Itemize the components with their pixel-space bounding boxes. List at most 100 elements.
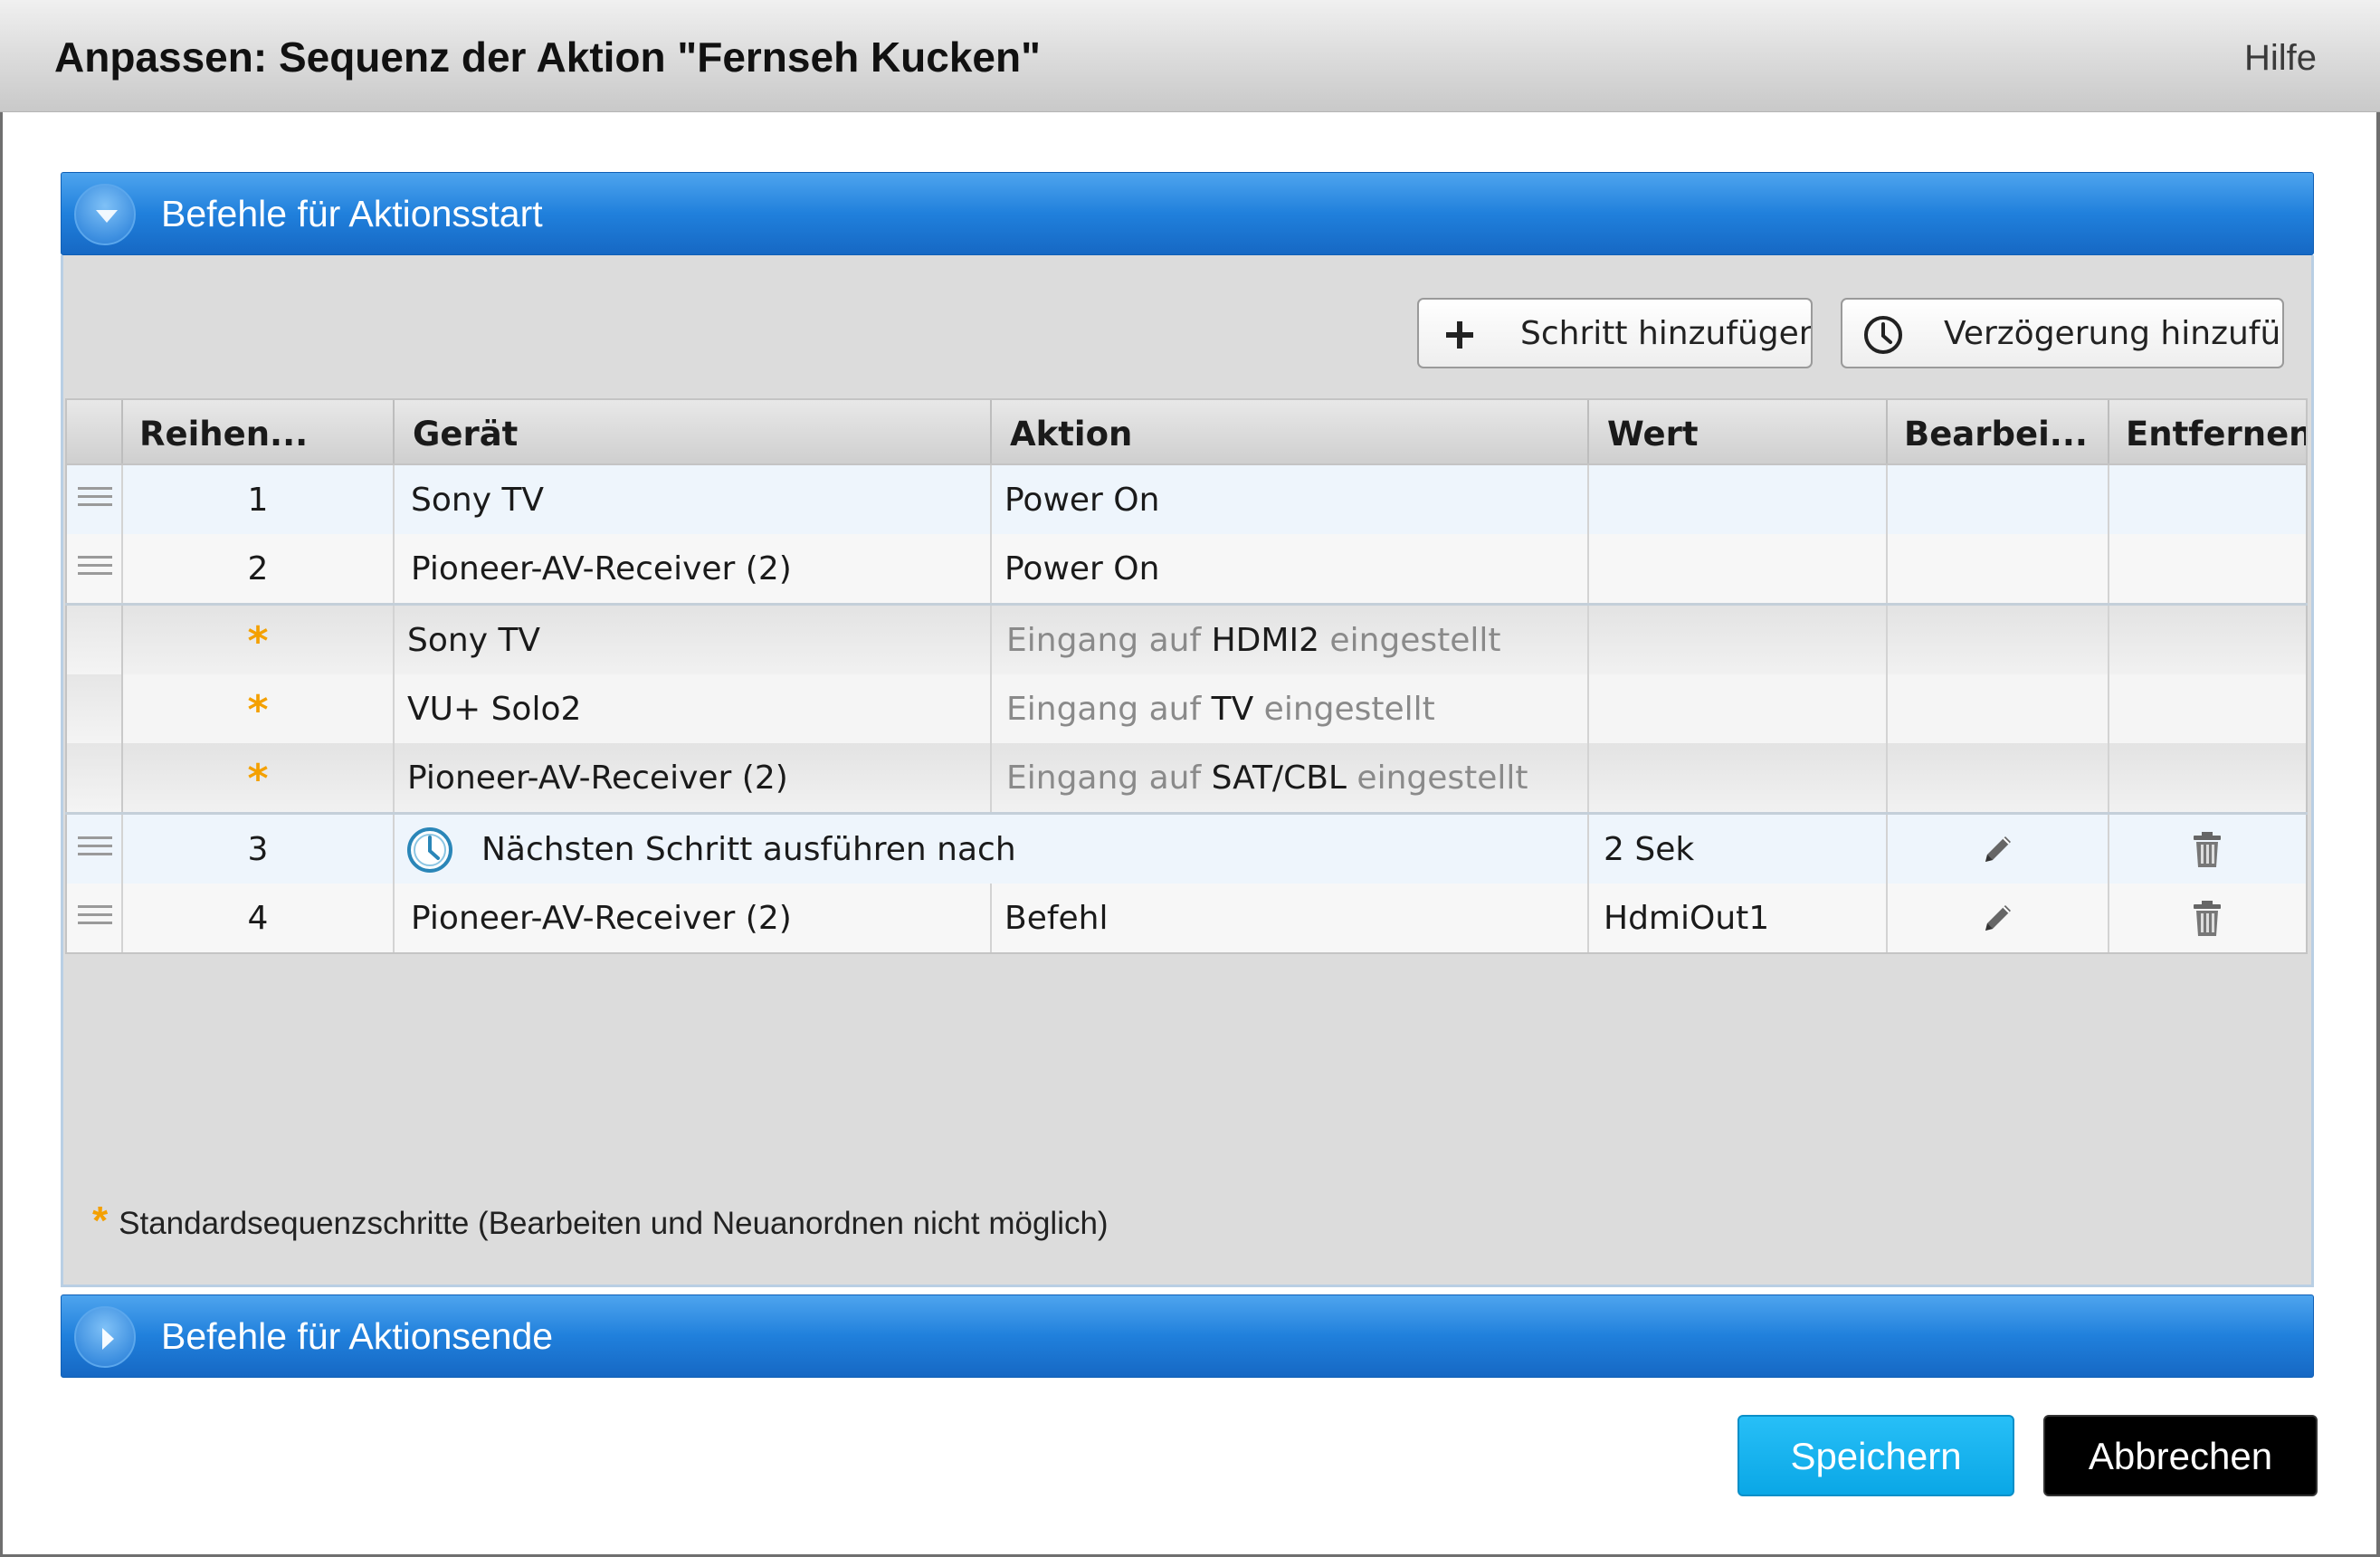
column-header-remove[interactable]: Entfernen	[2109, 400, 2306, 463]
table-row[interactable]: 3 Nächsten Schritt ausführen nach 2 Sek	[65, 815, 2308, 884]
drag-placeholder	[67, 674, 123, 743]
section-header-action-start[interactable]: Befehle für Aktionsstart	[61, 172, 2314, 255]
legend: * Standardsequenzschritte (Bearbeiten und…	[92, 1199, 1109, 1244]
section-title-action-start: Befehle für Aktionsstart	[161, 193, 543, 234]
row-edit-cell	[1888, 465, 2109, 534]
row-device: Pioneer-AV-Receiver (2)	[395, 743, 992, 812]
standard-marker: *	[123, 674, 395, 743]
row-action: Eingang auf HDMI2 eingestellt	[992, 606, 1589, 674]
action-prefix: Eingang auf	[1006, 759, 1202, 797]
cancel-button[interactable]: Abbrechen	[2043, 1415, 2318, 1496]
action-prefix: Eingang auf	[1006, 622, 1202, 659]
add-step-button[interactable]: Schritt hinzufügen	[1417, 298, 1813, 368]
row-delay-description: Nächsten Schritt ausführen nach	[395, 815, 1589, 884]
drag-handle-icon[interactable]	[78, 905, 112, 931]
row-edit-cell	[1888, 884, 2109, 952]
legend-text: Standardsequenzschritte (Bearbeiten und …	[119, 1206, 1109, 1241]
column-header-edit[interactable]: Bearbei...	[1888, 400, 2109, 463]
row-value: HdmiOut1	[1589, 884, 1888, 952]
column-header-device[interactable]: Gerät	[395, 400, 992, 463]
section-header-action-end[interactable]: Befehle für Aktionsende	[61, 1294, 2314, 1378]
drag-handle-icon[interactable]	[78, 836, 112, 862]
row-edit-cell	[1888, 815, 2109, 884]
row-edit-cell	[1888, 606, 2109, 674]
drag-placeholder	[67, 606, 123, 674]
standard-row: * Sony TV Eingang auf HDMI2 eingestellt	[65, 606, 2308, 674]
row-value	[1589, 465, 1888, 534]
row-remove-cell	[2109, 606, 2306, 674]
trash-icon[interactable]	[2187, 898, 2227, 938]
row-device: Pioneer-AV-Receiver (2)	[395, 884, 992, 952]
drag-handle[interactable]	[67, 465, 123, 534]
standard-marker: *	[123, 606, 395, 674]
row-value: 2 Sek	[1589, 815, 1888, 884]
drag-handle[interactable]	[67, 815, 123, 884]
drag-handle[interactable]	[67, 884, 123, 952]
row-value	[1589, 534, 1888, 603]
row-value	[1589, 606, 1888, 674]
standard-row: * Pioneer-AV-Receiver (2) Eingang auf SA…	[65, 743, 2308, 812]
row-action: Power On	[992, 465, 1589, 534]
table-row[interactable]: 4 Pioneer-AV-Receiver (2) Befehl HdmiOut…	[65, 884, 2308, 952]
row-order: 1	[123, 465, 395, 534]
plus-icon	[1446, 321, 1473, 349]
add-delay-button[interactable]: Verzögerung hinzufüg	[1841, 298, 2284, 368]
help-link[interactable]: Hilfe	[2244, 38, 2317, 79]
row-remove-cell	[2109, 534, 2306, 603]
row-remove-cell	[2109, 815, 2306, 884]
table-bottom-border	[65, 952, 2308, 954]
action-prefix: Eingang auf	[1006, 691, 1202, 728]
add-step-label: Schritt hinzufügen	[1520, 315, 1813, 352]
row-remove-cell	[2109, 743, 2306, 812]
table-header: Reihen... Gerät Aktion Wert Bearbei... E…	[65, 398, 2308, 465]
chevron-down-icon[interactable]	[74, 184, 136, 245]
table-row[interactable]: 1 Sony TV Power On	[65, 465, 2308, 534]
drag-handle-icon[interactable]	[78, 556, 112, 581]
row-edit-cell	[1888, 743, 2109, 812]
dialog-titlebar: Anpassen: Sequenz der Aktion "Fernseh Ku…	[0, 0, 2380, 112]
action-suffix: eingestellt	[1263, 691, 1435, 728]
column-header-order[interactable]: Reihen...	[123, 400, 395, 463]
row-action: Befehl	[992, 884, 1589, 952]
column-header-action[interactable]: Aktion	[992, 400, 1589, 463]
action-suffix: eingestellt	[1357, 759, 1528, 797]
action-input-value: SAT/CBL	[1211, 759, 1347, 797]
row-device: Pioneer-AV-Receiver (2)	[395, 534, 992, 603]
asterisk-icon: *	[247, 687, 269, 733]
row-remove-cell	[2109, 674, 2306, 743]
dialog-title: Anpassen: Sequenz der Aktion "Fernseh Ku…	[54, 33, 1041, 81]
row-action: Power On	[992, 534, 1589, 603]
chevron-right-icon[interactable]	[74, 1306, 136, 1368]
row-value	[1589, 674, 1888, 743]
drag-placeholder	[67, 743, 123, 812]
row-remove-cell	[2109, 465, 2306, 534]
column-header-value[interactable]: Wert	[1589, 400, 1888, 463]
action-suffix: eingestellt	[1329, 622, 1501, 659]
row-order: 2	[123, 534, 395, 603]
row-device: Sony TV	[395, 606, 992, 674]
table-row[interactable]: 2 Pioneer-AV-Receiver (2) Power On	[65, 534, 2308, 603]
standard-marker: *	[123, 743, 395, 812]
trash-icon[interactable]	[2187, 829, 2227, 869]
pencil-icon[interactable]	[1978, 898, 2018, 938]
row-action: Eingang auf TV eingestellt	[992, 674, 1589, 743]
column-header-drag	[67, 400, 123, 463]
drag-handle-icon[interactable]	[78, 487, 112, 512]
asterisk-icon: *	[247, 618, 269, 664]
row-device: Sony TV	[395, 465, 992, 534]
add-delay-label: Verzögerung hinzufüg	[1944, 315, 2284, 352]
delay-description: Nächsten Schritt ausführen nach	[481, 831, 1016, 868]
asterisk-icon: *	[92, 1199, 109, 1243]
clock-icon	[407, 827, 452, 873]
pencil-icon[interactable]	[1978, 829, 2018, 869]
action-input-value: TV	[1211, 691, 1254, 728]
section-title-action-end: Befehle für Aktionsende	[161, 1315, 554, 1357]
row-remove-cell	[2109, 884, 2306, 952]
drag-handle[interactable]	[67, 534, 123, 603]
standard-row: * VU+ Solo2 Eingang auf TV eingestellt	[65, 674, 2308, 743]
row-order: 4	[123, 884, 395, 952]
action-input-value: HDMI2	[1211, 622, 1319, 659]
row-device: VU+ Solo2	[395, 674, 992, 743]
save-button[interactable]: Speichern	[1737, 1415, 2014, 1496]
sequence-table: Reihen... Gerät Aktion Wert Bearbei... E…	[65, 398, 2308, 963]
